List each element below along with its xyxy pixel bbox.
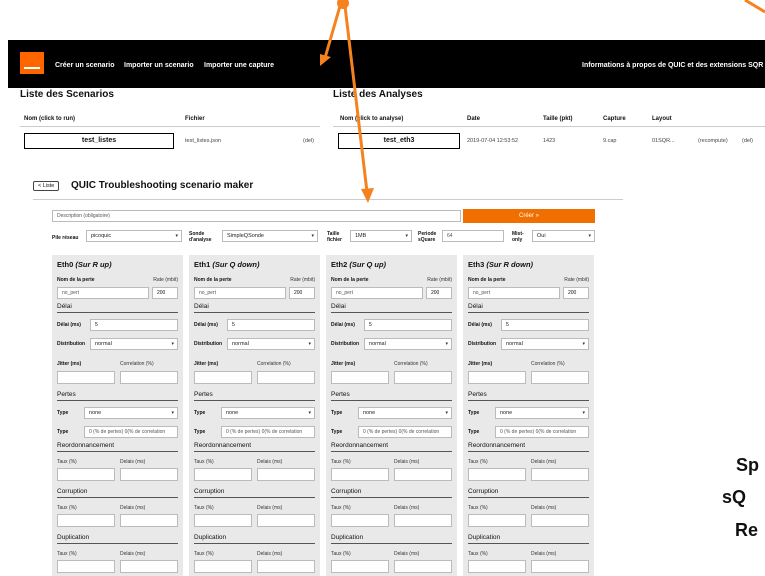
arrow-line-down (343, 5, 369, 193)
arrow-line-left (323, 5, 342, 59)
annotation-arrows (320, 0, 765, 203)
arrow-head-down (361, 188, 374, 203)
arrow-head-left (320, 54, 331, 66)
arrow-line-corner (744, 0, 765, 14)
